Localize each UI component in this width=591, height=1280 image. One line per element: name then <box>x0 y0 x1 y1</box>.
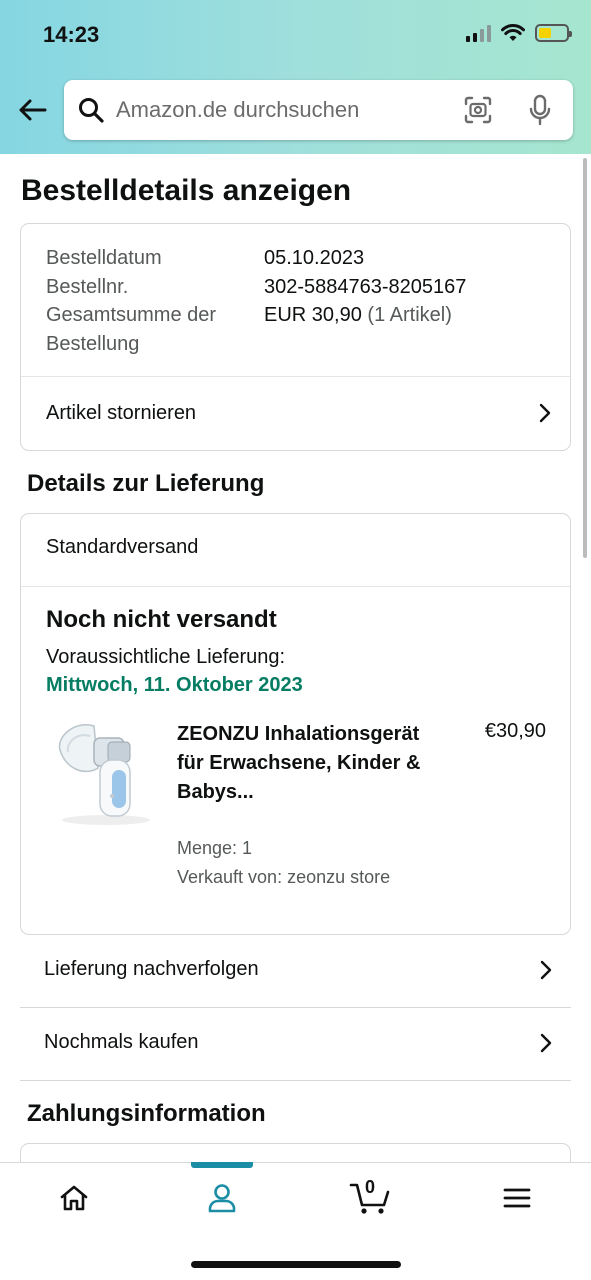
account-icon <box>208 1184 236 1213</box>
header: 14:23 <box>0 0 591 154</box>
back-arrow-icon <box>19 99 47 121</box>
order-number-label: Bestellnr. <box>46 276 129 298</box>
product-seller: Verkauft von: zeonzu store <box>177 867 391 887</box>
page-title: Bestelldetails anzeigen <box>21 174 352 207</box>
order-total-items: (1 Artikel) <box>367 304 452 326</box>
product-quantity: Menge: 1 <box>177 838 253 858</box>
scrollbar[interactable] <box>583 158 587 558</box>
shipping-method: Standardversand <box>46 536 199 558</box>
eta-label: Voraussichtliche Lieferung: <box>46 646 286 668</box>
search-icon <box>79 98 104 123</box>
back-button[interactable] <box>14 92 50 128</box>
order-date-value: 05.10.2023 <box>264 247 365 269</box>
buy-again-link[interactable]: Nochmals kaufen <box>20 1008 571 1080</box>
order-number-value: 302-5884763-8205167 <box>264 276 467 298</box>
wifi-icon <box>501 24 525 41</box>
track-delivery-label: Lieferung nachverfolgen <box>44 958 259 980</box>
chevron-right-icon <box>539 403 551 423</box>
order-total-value: EUR 30,90 (1 Artikel) <box>264 301 452 330</box>
payment-section-title: Zahlungsinformation <box>27 1100 266 1127</box>
home-icon <box>60 1185 88 1211</box>
divider <box>21 586 570 587</box>
cancel-items-label: Artikel stornieren <box>46 401 197 424</box>
search-input[interactable] <box>116 94 446 126</box>
order-total-amount: EUR 30,90 <box>264 304 362 326</box>
menu-icon <box>503 1188 531 1208</box>
signal-icon <box>466 24 491 42</box>
track-delivery-link[interactable]: Lieferung nachverfolgen <box>20 935 571 1007</box>
cancel-items-link[interactable]: Artikel stornieren <box>21 377 570 449</box>
eta-date: Mittwoch, 11. Oktober 2023 <box>46 674 303 696</box>
product-name-link[interactable]: ZEONZU Inhalationsgerät für Erwachsene, … <box>177 720 427 807</box>
status-icons <box>466 24 572 42</box>
microphone-icon[interactable] <box>528 94 552 126</box>
nav-cart[interactable]: 0 <box>296 1163 444 1233</box>
order-date-label: Bestelldatum <box>46 247 162 269</box>
nav-menu[interactable] <box>443 1163 591 1233</box>
shipment-status: Noch nicht versandt <box>46 606 277 633</box>
chevron-right-icon <box>540 1033 552 1053</box>
order-total-label-line2: Bestellung <box>46 333 140 355</box>
chevron-right-icon <box>540 960 552 980</box>
nav-home[interactable] <box>0 1163 148 1233</box>
status-time: 14:23 <box>43 22 100 47</box>
product-image[interactable] <box>46 716 154 828</box>
delivery-card: Standardversand Noch nicht versandt Vora… <box>20 513 571 935</box>
order-summary-card: Bestelldatum 05.10.2023 Bestellnr. 302-5… <box>20 223 571 451</box>
cart-count: 0 <box>365 1177 376 1197</box>
home-indicator <box>191 1261 401 1268</box>
search-bar[interactable] <box>64 80 573 140</box>
battery-icon <box>535 24 572 42</box>
inhaler-product-image <box>58 723 150 825</box>
order-total-label: Gesamtsumme der Bestellung <box>46 301 216 359</box>
active-tab-indicator <box>191 1162 253 1168</box>
product-price: €30,90 <box>484 720 546 742</box>
order-total-label-line1: Gesamtsumme der <box>46 304 217 326</box>
nav-account[interactable] <box>148 1163 296 1233</box>
delivery-section-title: Details zur Lieferung <box>27 470 265 497</box>
camera-scan-icon[interactable] <box>464 96 492 124</box>
buy-again-label: Nochmals kaufen <box>44 1031 199 1053</box>
divider <box>20 1080 571 1081</box>
